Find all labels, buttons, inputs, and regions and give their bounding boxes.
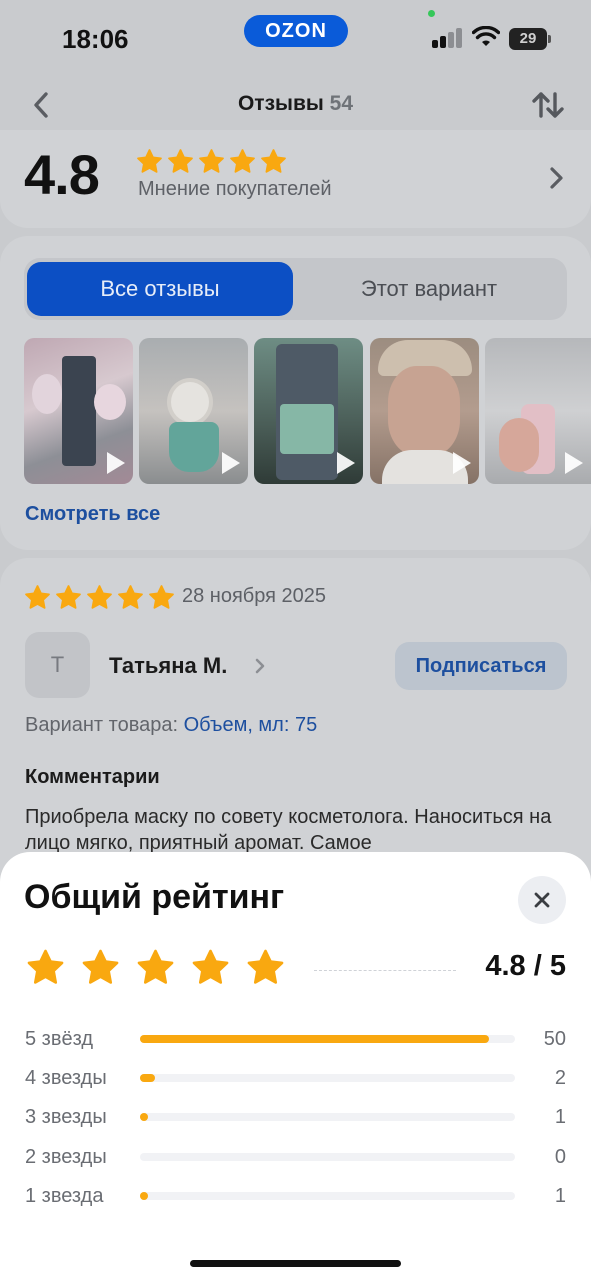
- rating-row-label: 2 звезды: [25, 1146, 107, 1168]
- rating-row-bar: [140, 1113, 515, 1121]
- star-icon: [82, 949, 119, 984]
- home-indicator[interactable]: [190, 1260, 401, 1267]
- see-all-link[interactable]: Смотреть все: [25, 503, 160, 526]
- star-icon: [137, 149, 162, 173]
- summary-stars: [136, 148, 287, 175]
- star-icon: [230, 149, 255, 173]
- rating-row-bar: [140, 1035, 515, 1043]
- rating-row-count: 2: [554, 1067, 566, 1089]
- star-icon: [199, 149, 224, 173]
- variant-value[interactable]: Объем, мл: 75: [184, 714, 318, 736]
- review-tabs: Все отзывы Этот вариант: [24, 258, 567, 320]
- star-icon: [247, 949, 284, 984]
- play-icon: [222, 452, 240, 474]
- subscribe-button[interactable]: Подписаться: [395, 642, 567, 690]
- rating-row-label: 1 звезда: [25, 1185, 104, 1207]
- battery-icon: 29: [509, 28, 547, 50]
- product-variant: Вариант товара: Объем, мл: 75: [25, 714, 317, 737]
- status-time: 18:06: [62, 24, 129, 54]
- variant-label: Вариант товара:: [25, 714, 179, 736]
- ozon-logo: OZON: [244, 15, 348, 47]
- star-icon: [261, 149, 286, 173]
- play-icon: [453, 452, 471, 474]
- star-icon: [25, 585, 50, 609]
- star-icon: [27, 949, 64, 984]
- media-thumbnail[interactable]: [370, 338, 479, 484]
- rating-row-fill: [140, 1192, 148, 1200]
- star-icon: [137, 949, 174, 984]
- rating-row-fill: [140, 1074, 155, 1082]
- rating-row-bar: [140, 1153, 515, 1161]
- close-icon: [534, 892, 550, 908]
- status-bar: 18:06 OZON 29: [0, 0, 591, 70]
- dotted-leader: [314, 970, 456, 971]
- camera-indicator-icon: [428, 10, 435, 17]
- review-date: 28 ноября 2025: [182, 585, 327, 607]
- page-title: Отзывы 54: [0, 92, 591, 116]
- average-rating: 4.8: [24, 143, 100, 206]
- tab-all-reviews[interactable]: Все отзывы: [27, 262, 293, 316]
- media-thumbnail[interactable]: [254, 338, 363, 484]
- close-button[interactable]: [518, 876, 566, 924]
- comments-heading: Комментарии: [25, 766, 160, 788]
- reviewer-name[interactable]: Татьяна М.: [109, 653, 227, 679]
- rating-row-label: 3 звезды: [25, 1106, 107, 1128]
- rating-row-label: 5 звёзд: [25, 1028, 93, 1050]
- star-icon: [192, 949, 229, 984]
- media-thumbnail[interactable]: [24, 338, 133, 484]
- overall-stars: [26, 948, 285, 987]
- play-icon: [337, 452, 355, 474]
- star-icon: [118, 585, 143, 609]
- rating-row-bar: [140, 1074, 515, 1082]
- play-icon: [107, 452, 125, 474]
- avatar[interactable]: Т: [25, 632, 90, 698]
- play-icon: [565, 452, 583, 474]
- rating-row-fill: [140, 1035, 489, 1043]
- page-title-text: Отзывы: [237, 92, 324, 115]
- star-icon: [168, 149, 193, 173]
- overall-score: 4.8 / 5: [485, 950, 566, 982]
- rating-row-count: 1: [554, 1185, 566, 1207]
- rating-row-count: 0: [554, 1146, 566, 1168]
- rating-row-count: 1: [554, 1106, 566, 1128]
- chevron-right-icon[interactable]: [548, 164, 566, 192]
- star-icon: [56, 585, 81, 609]
- media-thumbnail[interactable]: [485, 338, 591, 484]
- review-count: 54: [329, 92, 354, 115]
- star-icon: [87, 585, 112, 609]
- rating-row-fill: [140, 1113, 148, 1121]
- signal-icon: [432, 28, 464, 48]
- sort-icon[interactable]: [530, 88, 566, 122]
- star-icon: [149, 585, 174, 609]
- wifi-icon: [472, 26, 500, 46]
- rating-row-label: 4 звезды: [25, 1067, 107, 1089]
- review-comment: Приобрела маску по совету косметолога. Н…: [25, 806, 552, 854]
- rating-row-bar: [140, 1192, 515, 1200]
- battery-tip: [548, 35, 551, 43]
- rating-subtitle: Мнение покупателей: [138, 178, 332, 200]
- chevron-right-icon[interactable]: [254, 657, 266, 675]
- tab-this-variant[interactable]: Этот вариант: [296, 262, 562, 316]
- sheet-title: Общий рейтинг: [24, 878, 285, 916]
- review-stars: [24, 584, 175, 611]
- media-thumbnail[interactable]: [139, 338, 248, 484]
- rating-row-count: 50: [543, 1028, 566, 1050]
